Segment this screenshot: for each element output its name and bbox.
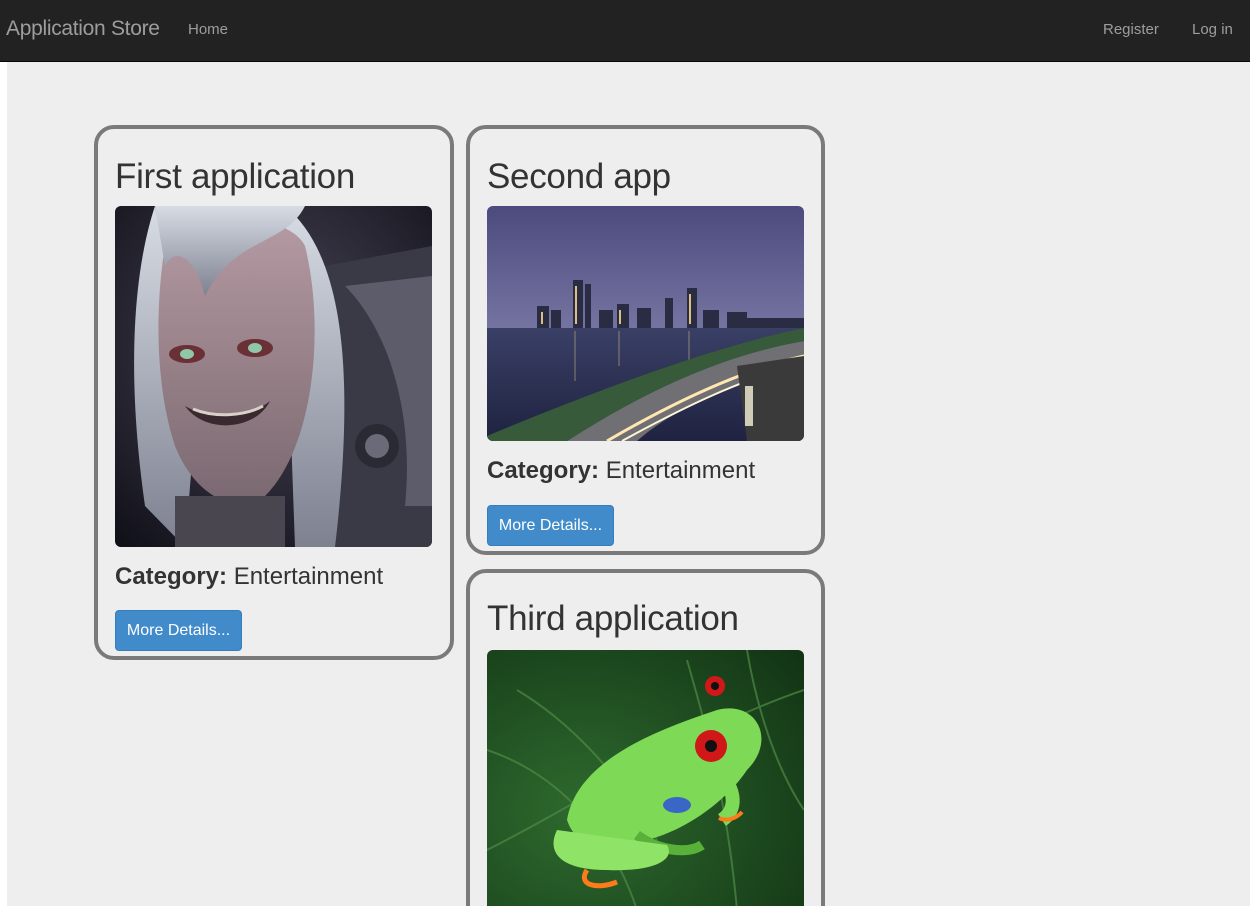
brand-link[interactable]: Application Store — [6, 17, 160, 41]
app-title: First application — [115, 157, 356, 196]
category-label: Category: — [115, 563, 228, 590]
more-details-button[interactable]: More Details... — [115, 610, 242, 651]
category-label: Category: — [487, 457, 600, 484]
app-title: Third application — [487, 599, 739, 638]
app-image-warrior — [115, 206, 432, 547]
app-title: Second app — [487, 157, 671, 196]
app-image-tree-frog — [487, 650, 804, 906]
app-card-second: Second app Category: Entertainment More … — [466, 125, 825, 555]
nav-login-link[interactable]: Log in — [1192, 21, 1233, 38]
app-category: Category: Entertainment — [115, 563, 383, 591]
nav-register-link[interactable]: Register — [1103, 21, 1159, 38]
category-value: Entertainment — [233, 563, 384, 590]
nav-home-link[interactable]: Home — [188, 21, 228, 38]
more-details-button[interactable]: More Details... — [487, 505, 614, 546]
top-navbar: Application Store Home Register Log in — [0, 0, 1250, 62]
category-value: Entertainment — [605, 457, 756, 484]
app-card-first: First application Category: Entertainmen… — [94, 125, 454, 660]
app-card-third: Third application — [466, 569, 825, 906]
app-image-city-night — [487, 206, 804, 441]
app-category: Category: Entertainment — [487, 457, 755, 485]
